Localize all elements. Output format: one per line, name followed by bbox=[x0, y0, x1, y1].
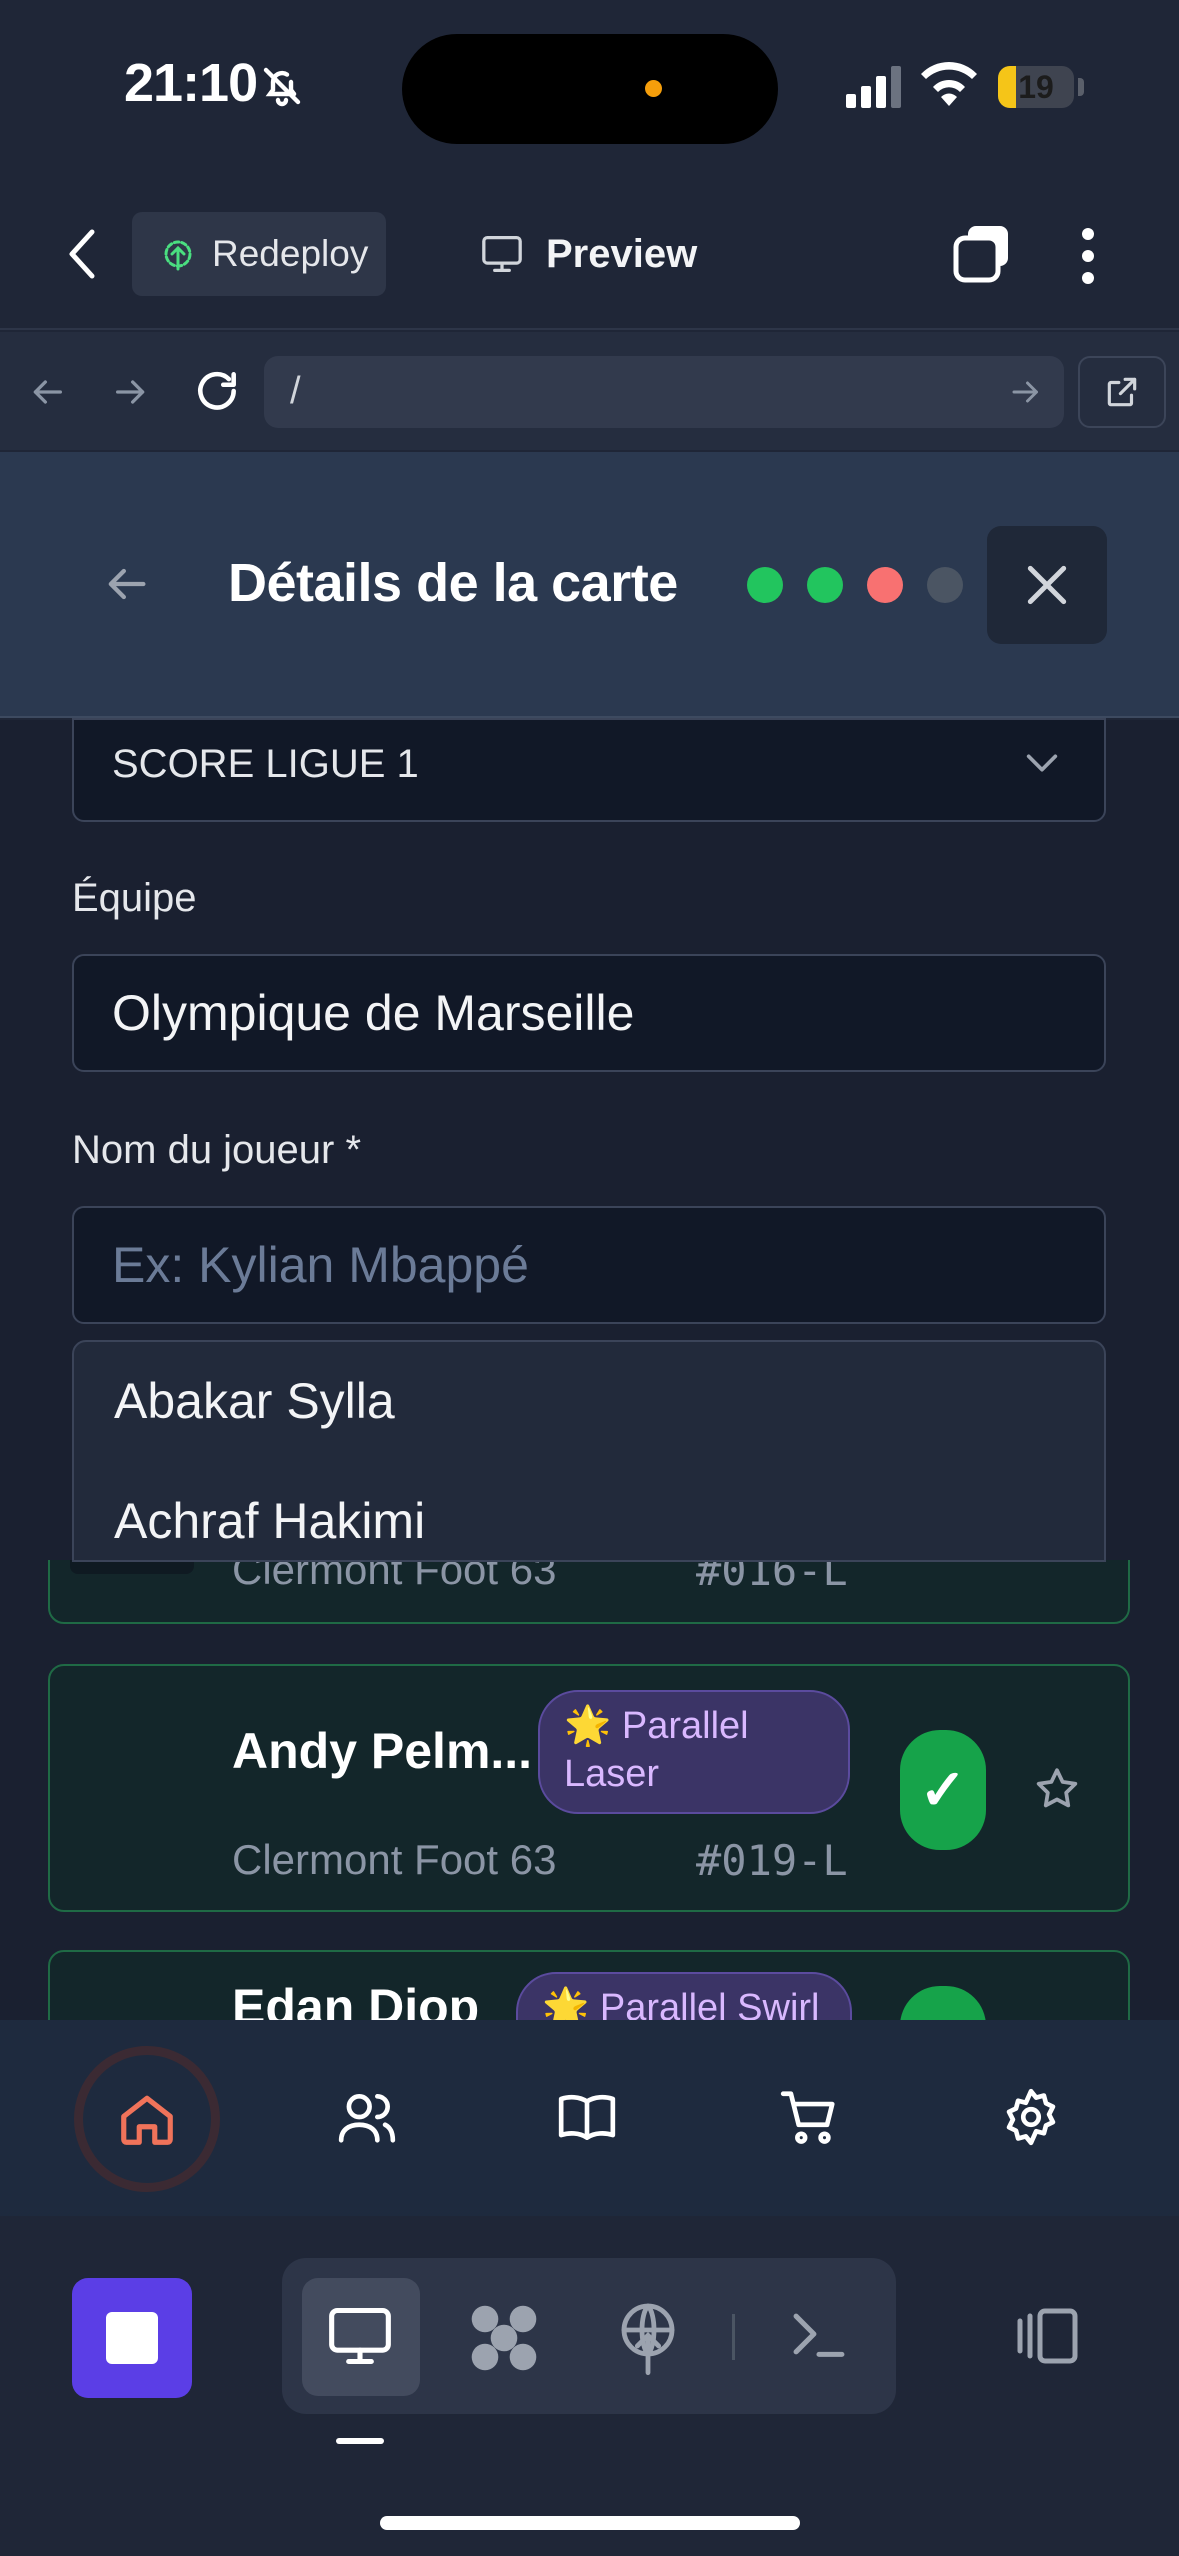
external-link-icon bbox=[1103, 373, 1141, 411]
card-item[interactable]: Andy Pelm... 🌟 Parallel Laser Clermont F… bbox=[48, 1664, 1130, 1912]
star-icon[interactable] bbox=[1032, 1764, 1082, 1814]
workflow-icon[interactable] bbox=[466, 2300, 542, 2376]
stop-icon bbox=[106, 2312, 158, 2364]
card-team: Clermont Foot 63 bbox=[232, 1836, 557, 1883]
home-icon bbox=[116, 2088, 178, 2150]
battery-level: 19 bbox=[1018, 68, 1054, 105]
privacy-indicator bbox=[645, 80, 662, 97]
modal-title: Détails de la carte bbox=[228, 553, 678, 613]
check-icon: ✓ bbox=[919, 1758, 967, 1821]
redeploy-icon bbox=[160, 236, 196, 272]
card-player-name: Edan Diop bbox=[232, 1979, 480, 2020]
more-options-icon[interactable] bbox=[1078, 226, 1098, 286]
owned-check-button[interactable] bbox=[900, 1986, 986, 2020]
card-number: #019-L bbox=[696, 1836, 848, 1885]
badge-label-line2: Laser bbox=[564, 1753, 660, 1795]
open-external-button[interactable] bbox=[1078, 356, 1166, 428]
desktop-icon bbox=[326, 2304, 394, 2368]
redeploy-button[interactable]: Redeploy bbox=[132, 212, 386, 296]
team-input[interactable]: Olympique de Marseille bbox=[72, 954, 1106, 1072]
book-icon[interactable] bbox=[556, 2086, 618, 2148]
team-input-value: Olympique de Marseille bbox=[112, 985, 635, 1041]
back-icon[interactable] bbox=[62, 224, 106, 284]
chevron-down-icon bbox=[1022, 748, 1062, 778]
close-button[interactable] bbox=[987, 526, 1107, 644]
url-text: / bbox=[290, 370, 301, 412]
terminal-icon[interactable] bbox=[788, 2306, 850, 2362]
nav-back-icon[interactable] bbox=[26, 372, 68, 412]
active-tab-indicator bbox=[336, 2438, 384, 2444]
category-select-value: SCORE LIGUE 1 bbox=[112, 742, 419, 786]
badge-label: Parallel bbox=[621, 1705, 749, 1747]
dynamic-island bbox=[402, 34, 778, 144]
suggestion-item[interactable]: Achraf Hakimi bbox=[114, 1492, 425, 1550]
redeploy-label: Redeploy bbox=[212, 233, 369, 274]
status-dot bbox=[867, 567, 903, 603]
battery-nub bbox=[1078, 78, 1084, 96]
signal-icon bbox=[846, 64, 902, 108]
deploy-globe-icon[interactable] bbox=[616, 2300, 680, 2376]
modal-back-icon[interactable] bbox=[100, 558, 152, 610]
card-list: Clermont Foot 63 #016-L Andy Pelm... 🌟 P… bbox=[0, 1560, 1179, 2020]
card-thumbnail bbox=[70, 1560, 194, 1574]
nav-forward-icon[interactable] bbox=[110, 372, 152, 412]
users-icon[interactable] bbox=[336, 2086, 398, 2148]
go-arrow-icon[interactable] bbox=[1008, 374, 1044, 410]
divider bbox=[732, 2314, 735, 2360]
close-icon bbox=[1022, 560, 1072, 610]
player-name-placeholder: Ex: Kylian Mbappé bbox=[112, 1237, 529, 1293]
badge-label: Parallel Swirl bbox=[599, 1987, 820, 2020]
battery-indicator: 19 bbox=[998, 66, 1074, 108]
preview-label: Preview bbox=[546, 231, 698, 276]
player-name-input[interactable]: Ex: Kylian Mbappé bbox=[72, 1206, 1106, 1324]
silent-bell-icon bbox=[258, 62, 306, 110]
card-team: Clermont Foot 63 bbox=[232, 1560, 557, 1593]
card-item[interactable]: Clermont Foot 63 #016-L bbox=[48, 1560, 1130, 1624]
preview-tab[interactable]: Preview bbox=[480, 222, 697, 286]
monitor-icon bbox=[480, 234, 524, 274]
status-dot bbox=[747, 567, 783, 603]
status-dot bbox=[927, 567, 963, 603]
star-emoji: 🌟 bbox=[542, 1987, 590, 2020]
card-player-name: Andy Pelm... bbox=[232, 1723, 533, 1779]
star-emoji: 🌟 bbox=[564, 1705, 612, 1747]
parallel-badge: 🌟 Parallel Swirl bbox=[516, 1972, 852, 2020]
stop-button[interactable] bbox=[72, 2278, 192, 2398]
card-number: #016-L bbox=[696, 1560, 848, 1595]
owned-check-button[interactable]: ✓ bbox=[900, 1730, 986, 1850]
nav-home-button[interactable] bbox=[74, 2046, 220, 2192]
parallel-badge: 🌟 Parallel Laser bbox=[538, 1690, 850, 1814]
reload-icon[interactable] bbox=[192, 366, 242, 416]
cart-icon[interactable] bbox=[778, 2086, 840, 2148]
tabs-switcher-icon[interactable] bbox=[952, 224, 1012, 284]
player-suggestions-dropdown: Abakar Sylla Achraf Hakimi bbox=[72, 1340, 1106, 1562]
suggestion-item[interactable]: Abakar Sylla bbox=[114, 1372, 395, 1430]
settings-gear-icon[interactable] bbox=[1000, 2086, 1062, 2148]
panel-toggle-icon[interactable] bbox=[1010, 2306, 1080, 2366]
team-label: Équipe bbox=[72, 876, 197, 920]
status-time: 21:10 bbox=[124, 53, 258, 113]
url-field[interactable] bbox=[264, 356, 1064, 428]
home-indicator bbox=[380, 2516, 800, 2530]
player-label: Nom du joueur * bbox=[72, 1128, 362, 1172]
wifi-icon bbox=[920, 60, 978, 106]
card-item[interactable]: Edan Diop 🌟 Parallel Swirl bbox=[48, 1950, 1130, 2020]
status-dot bbox=[807, 567, 843, 603]
